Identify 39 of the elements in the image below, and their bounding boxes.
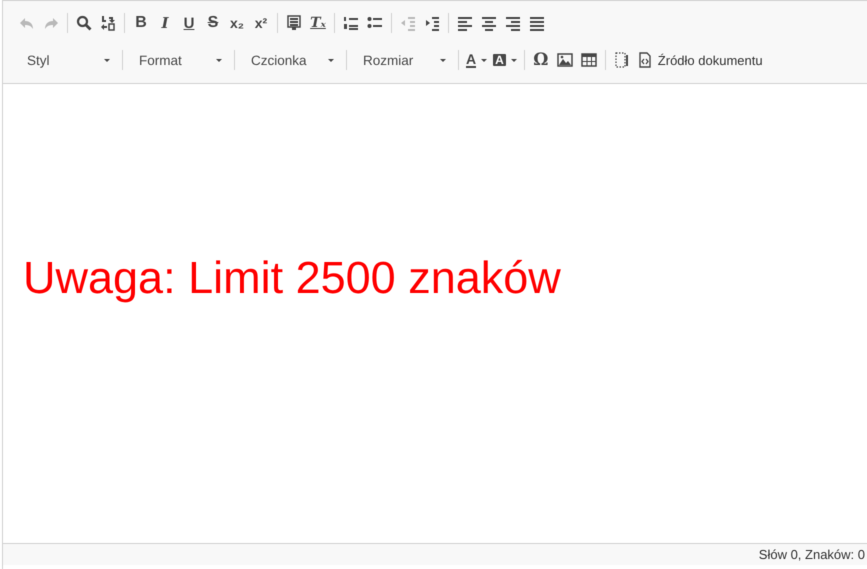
- outdent-icon: [400, 15, 416, 31]
- text-color-button[interactable]: A: [463, 48, 490, 72]
- dropdown[interactable]: Format: [127, 48, 230, 72]
- remove-format-button[interactable]: Tₓ: [306, 11, 330, 35]
- subscript-button[interactable]: x₂: [225, 11, 249, 35]
- indent-icon: [424, 15, 440, 31]
- superscript-button[interactable]: x²: [249, 11, 273, 35]
- caret-icon: [510, 58, 517, 62]
- warning-text: Uwaga: Limit 2500 znaków: [23, 252, 562, 304]
- dropdown[interactable]: Styl: [15, 48, 118, 72]
- align-left-icon: [457, 15, 473, 31]
- align-center-icon: [481, 15, 497, 31]
- background-color-button[interactable]: A: [490, 48, 520, 72]
- dashed-frame-icon: [614, 52, 630, 68]
- dropdown[interactable]: Czcionka: [239, 48, 342, 72]
- italic-button[interactable]: I: [153, 11, 177, 35]
- bulleted-list-icon: [367, 15, 383, 31]
- strikethrough-button[interactable]: S: [201, 11, 225, 35]
- bold-button[interactable]: B: [129, 11, 153, 35]
- caret-icon: [481, 58, 488, 62]
- caret-icon: [440, 58, 446, 62]
- align-right-icon: [505, 15, 521, 31]
- redo-arrow-icon: [43, 15, 59, 31]
- caret-icon: [104, 58, 110, 62]
- source-button[interactable]: Źródło dokumentu: [634, 48, 766, 72]
- search-icon: [76, 15, 92, 31]
- caret-icon: [216, 58, 222, 62]
- table-icon: [580, 52, 597, 68]
- caret-icon: [328, 58, 334, 62]
- document-code-icon: [636, 52, 653, 68]
- replace-icon: [100, 15, 116, 31]
- dropdown[interactable]: Rozmiar: [351, 48, 454, 72]
- image-icon: [556, 52, 573, 68]
- numbered-list-icon: [343, 15, 359, 31]
- special-character-button[interactable]: Ω: [528, 48, 553, 72]
- word-count: Słów 0, Znaków: 0: [758, 547, 865, 562]
- document-lines-icon: [286, 15, 302, 31]
- justify-icon: [529, 15, 545, 31]
- underline-button[interactable]: U: [177, 11, 201, 35]
